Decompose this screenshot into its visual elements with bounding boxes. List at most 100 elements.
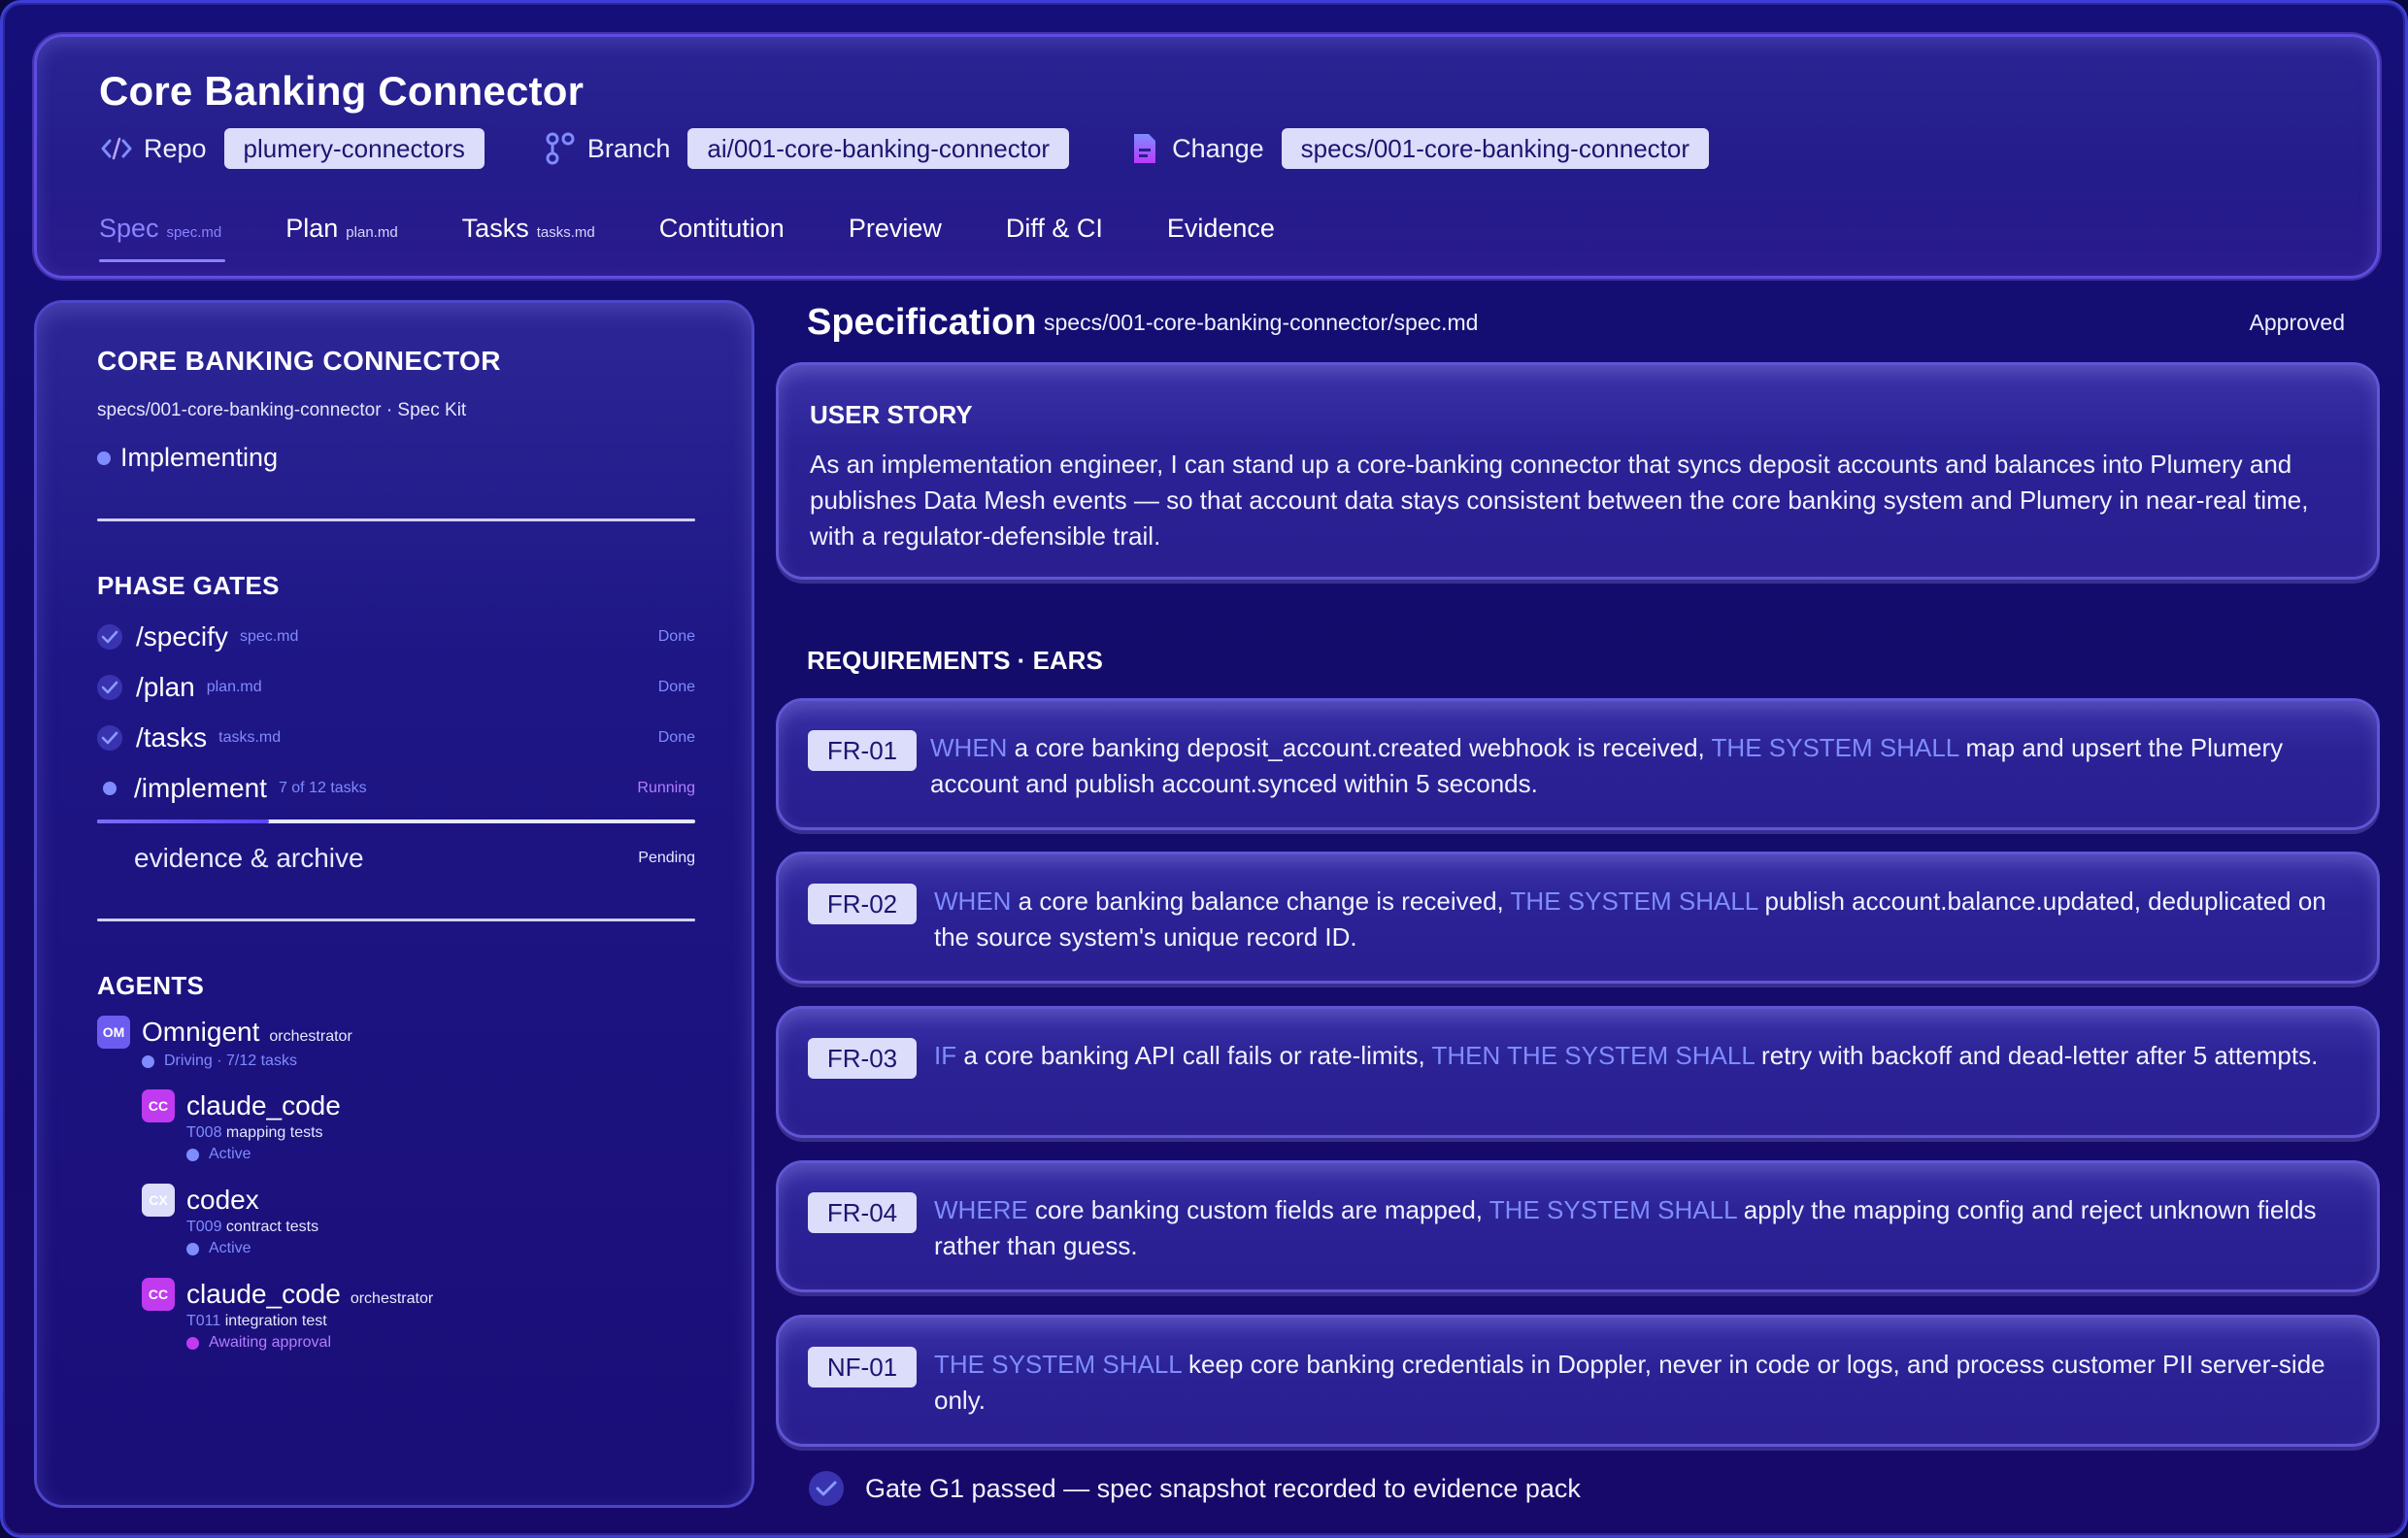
user-story-card: USER STORY As an implementation engineer… xyxy=(776,362,2380,580)
ears-keyword: THE SYSTEM SHALL xyxy=(1488,1195,1737,1224)
requirement-clause: retry with backoff and dead-letter after… xyxy=(1754,1041,2319,1070)
agent-details: Omnigent orchestrator Driving · 7/12 task… xyxy=(142,1016,352,1070)
ears-keyword: WHEN xyxy=(934,886,1012,916)
code-icon xyxy=(99,131,134,166)
divider xyxy=(97,919,695,921)
gate-file: 7 of 12 tasks xyxy=(278,780,367,796)
gate-implement[interactable]: /implement 7 of 12 tasks Running xyxy=(97,769,695,808)
agent-details: claude_code T008 mapping tests Active xyxy=(186,1089,341,1163)
requirement-id: FR-02 xyxy=(808,884,917,924)
ears-keyword: THE SYSTEM SHALL xyxy=(1510,886,1758,916)
gate-evidence[interactable]: evidence & archive Pending xyxy=(97,839,695,878)
agent-state-label: Driving · 7/12 tasks xyxy=(164,1053,297,1069)
user-story-heading: USER STORY xyxy=(810,400,973,429)
tab-file: plan.md xyxy=(346,224,398,241)
requirement-id: NF-01 xyxy=(808,1347,917,1388)
tab-evidence[interactable]: Evidence xyxy=(1167,214,1275,262)
tab-diff-ci[interactable]: Diff & CI xyxy=(1006,214,1103,262)
tab-label: Diff & CI xyxy=(1005,214,1103,243)
gate-pass-notice: Gate G1 passed — spec snapshot recorded … xyxy=(809,1471,1581,1506)
agent-name: claude_code xyxy=(186,1279,341,1309)
gate-name: /plan xyxy=(136,672,195,702)
gate-status: Pending xyxy=(638,850,695,866)
requirement-card: FR-01 WHEN a core banking deposit_accoun… xyxy=(776,698,2380,830)
phase-gates-heading: PHASE GATES xyxy=(97,571,280,600)
task-name: mapping tests xyxy=(225,1124,323,1141)
gate-plan[interactable]: /plan plan.md Done xyxy=(97,668,695,707)
requirements-heading: REQUIREMENTS · EARS xyxy=(807,646,1103,675)
gate-status: Done xyxy=(657,628,695,645)
tab-preview[interactable]: Preview xyxy=(849,214,942,262)
task-name: integration test xyxy=(224,1313,327,1329)
gate-specify[interactable]: /specify spec.md Done xyxy=(97,618,695,656)
ears-keyword: THE SYSTEM SHALL xyxy=(934,1350,1182,1379)
task-name: contract tests xyxy=(225,1219,319,1235)
tab-label: Contitution xyxy=(658,214,785,243)
agent-omnigent[interactable]: OM Omnigent orchestrator Driving · 7/12 t… xyxy=(97,1016,352,1070)
sidebar-subtitle: specs/001-core-banking-connector · Spec … xyxy=(97,400,467,420)
check-circle-icon xyxy=(809,1471,844,1506)
requirement-card: FR-04 WHERE core banking custom fields a… xyxy=(776,1160,2380,1292)
tab-plan[interactable]: Plan plan.md xyxy=(285,214,397,262)
user-story-text: As an implementation engineer, I can sta… xyxy=(810,450,2309,551)
branch-label: Branch xyxy=(586,133,671,163)
agent-role: orchestrator xyxy=(350,1290,434,1307)
agent-name: Omnigent xyxy=(142,1017,260,1047)
task-id: T008 xyxy=(186,1124,222,1141)
requirement-clause: a core banking balance change is receive… xyxy=(1011,886,1511,916)
repo-meta-row: Repo plumery-connectors Branch ai/001-co… xyxy=(99,126,1767,171)
gate-file: spec.md xyxy=(239,628,299,645)
task-id: T011 xyxy=(186,1313,221,1329)
spec-path[interactable]: specs/001-core-banking-connector/spec.md xyxy=(1044,310,1478,336)
tab-label: Evidence xyxy=(1166,214,1275,243)
repo-chip[interactable]: plumery-connectors xyxy=(223,128,485,169)
task-id: T009 xyxy=(186,1219,222,1235)
requirement-id: FR-01 xyxy=(808,730,917,771)
running-dot xyxy=(97,782,122,795)
agent-task: T009 contract tests xyxy=(186,1219,318,1236)
approval-status: Approved xyxy=(2249,310,2345,335)
agent-state: Active xyxy=(186,1146,341,1163)
branch-group: Branch ai/001-core-banking-connector xyxy=(543,128,1070,169)
requirement-card: FR-02 WHEN a core banking balance change… xyxy=(776,852,2380,984)
avatar: CX xyxy=(142,1184,175,1217)
agents-heading: AGENTS xyxy=(97,971,205,1000)
implement-progress-bar xyxy=(97,819,695,823)
requirement-clause: core banking custom fields are mapped, xyxy=(1027,1195,1489,1224)
gate-name: /specify xyxy=(136,621,228,652)
agent-details: claude_code orchestrator T011 integration… xyxy=(186,1278,433,1352)
sidebar-panel: CORE BANKING CONNECTOR specs/001-core-ba… xyxy=(34,300,754,1508)
gate-name: evidence & archive xyxy=(134,843,364,873)
gate-status: Done xyxy=(657,679,695,695)
tab-tasks[interactable]: Tasks tasks.md xyxy=(462,214,595,262)
gate-file: tasks.md xyxy=(218,729,282,746)
gate-tasks[interactable]: /tasks tasks.md Done xyxy=(97,719,695,757)
branch-chip[interactable]: ai/001-core-banking-connector xyxy=(687,128,1070,169)
agent-state: Driving · 7/12 tasks xyxy=(142,1053,352,1070)
status-dot xyxy=(97,451,111,465)
requirement-text: WHEN a core banking deposit_account.crea… xyxy=(930,730,2342,802)
tab-file: tasks.md xyxy=(536,224,595,241)
repo-label: Repo xyxy=(144,133,207,163)
requirement-id: FR-04 xyxy=(808,1192,917,1233)
tab-constitution[interactable]: Contitution xyxy=(659,214,785,262)
change-chip[interactable]: specs/001-core-banking-connector xyxy=(1281,128,1710,169)
agent-codex[interactable]: CX codex T009 contract tests Active xyxy=(142,1184,318,1257)
gate-status: Running xyxy=(637,780,695,796)
requirement-card: FR-03 IF a core banking API call fails o… xyxy=(776,1006,2380,1138)
change-group: Change specs/001-core-banking-connector xyxy=(1127,128,1710,169)
gate-name: /tasks xyxy=(136,722,208,752)
check-circle-icon xyxy=(97,675,122,700)
tab-label: Preview xyxy=(848,214,942,243)
gate-file: plan.md xyxy=(206,679,262,695)
agent-name: codex xyxy=(186,1185,259,1215)
check-circle-icon xyxy=(97,624,122,650)
ears-keyword: THE SYSTEM SHALL xyxy=(1711,733,1959,762)
tab-spec[interactable]: Spec spec.md xyxy=(99,214,226,262)
branch-icon xyxy=(543,131,578,166)
agent-claude-code[interactable]: CC claude_code T008 mapping tests Active xyxy=(142,1089,341,1163)
agent-claude-code-orchestrator[interactable]: CC claude_code orchestrator T011 integrat… xyxy=(142,1278,433,1352)
agent-role: orchestrator xyxy=(269,1028,352,1045)
agent-state: Awaiting approval xyxy=(186,1334,433,1352)
check-circle-icon xyxy=(97,725,122,751)
